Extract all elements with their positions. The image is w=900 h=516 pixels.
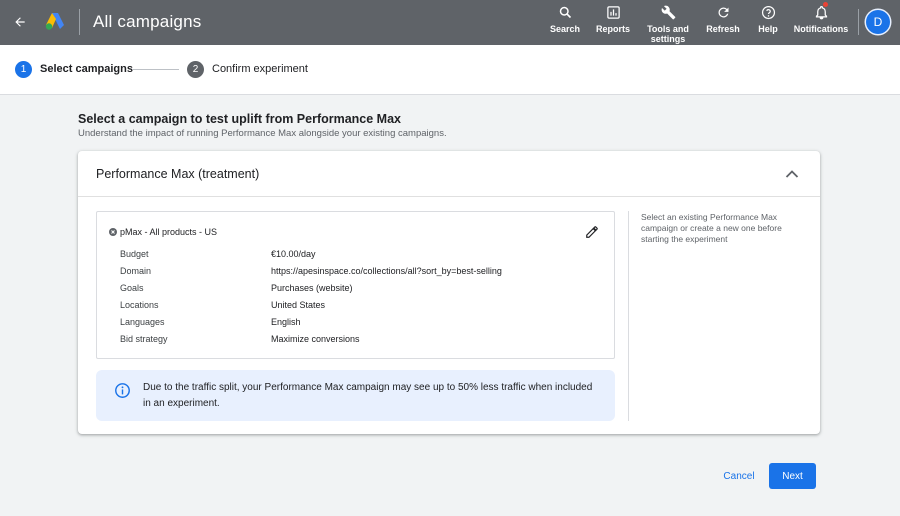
detail-label: Goals — [120, 283, 144, 293]
card-header[interactable]: Performance Max (treatment) — [78, 151, 820, 197]
card-title: Performance Max (treatment) — [96, 167, 260, 181]
treatment-card: Performance Max (treatment) pMax - All p… — [78, 151, 820, 434]
detail-value: Maximize conversions — [271, 334, 360, 344]
info-text: Due to the traffic split, your Performan… — [143, 382, 593, 409]
tools-and-settings-button[interactable]: Tools and settings — [644, 3, 692, 44]
info-banner: Due to the traffic split, your Performan… — [96, 370, 615, 421]
reports-button[interactable]: Reports — [596, 3, 630, 34]
notifications-button[interactable]: Notifications — [792, 2, 850, 34]
detail-label: Domain — [120, 266, 152, 276]
refresh-label: Refresh — [706, 24, 740, 34]
search-button[interactable]: Search — [549, 3, 581, 34]
detail-value: English — [271, 317, 301, 327]
section-subheading: Understand the impact of running Perform… — [78, 128, 447, 139]
reports-icon — [606, 5, 620, 19]
account-avatar[interactable]: D — [866, 10, 890, 34]
detail-label: Bid strategy — [120, 334, 168, 344]
detail-value: €10.00/day — [271, 249, 316, 259]
step-2-number: 2 — [187, 61, 204, 78]
tools-label-line2: settings — [650, 34, 686, 44]
help-button[interactable]: Help — [755, 3, 781, 34]
top-app-bar: All campaigns Search Reports Tools and s… — [0, 0, 900, 45]
notification-dot — [823, 2, 828, 7]
section-heading: Select a campaign to test uplift from Pe… — [78, 112, 401, 126]
detail-value: https://apesinspace.co/collections/all?s… — [271, 266, 502, 276]
side-note: Select an existing Performance Max campa… — [641, 212, 782, 244]
wrench-icon — [661, 5, 675, 19]
divider — [858, 9, 859, 35]
chevron-up-icon — [785, 170, 799, 178]
step-connector — [132, 69, 179, 70]
reports-label: Reports — [596, 24, 631, 34]
next-button[interactable]: Next — [769, 463, 816, 489]
detail-value: Purchases (website) — [271, 283, 353, 293]
edit-campaign-button[interactable] — [584, 224, 600, 240]
detail-label: Budget — [120, 249, 149, 259]
cancel-button[interactable]: Cancel — [716, 463, 762, 489]
campaign-summary: pMax - All products - US Budget €10.00/d… — [96, 211, 615, 359]
collapse-button[interactable] — [782, 165, 802, 183]
back-button[interactable] — [10, 11, 30, 33]
refresh-icon — [717, 6, 728, 17]
divider — [628, 211, 629, 421]
divider — [79, 9, 80, 35]
help-icon — [761, 5, 775, 19]
refresh-button[interactable]: Refresh — [704, 3, 742, 34]
step-2-label[interactable]: Confirm experiment — [212, 63, 308, 75]
page-title: All campaigns — [93, 12, 202, 31]
notifications-label: Notifications — [793, 24, 849, 34]
search-icon — [559, 6, 571, 18]
campaign-name: pMax - All products - US — [109, 227, 217, 237]
pencil-icon — [586, 226, 598, 238]
detail-label: Locations — [120, 300, 159, 310]
google-ads-logo[interactable] — [44, 11, 66, 31]
step-1-number: 1 — [15, 61, 32, 78]
search-label: Search — [549, 24, 581, 34]
campaign-name-text: pMax - All products - US — [120, 227, 218, 237]
status-icon — [109, 228, 117, 236]
detail-label: Languages — [120, 317, 165, 327]
step-1-label[interactable]: Select campaigns — [40, 63, 133, 75]
arrow-back-icon — [15, 17, 25, 27]
detail-value: United States — [271, 300, 326, 310]
help-label: Help — [758, 24, 778, 34]
tools-label-line1: Tools and — [647, 24, 689, 34]
info-icon — [115, 383, 130, 398]
stepper: 1 Select campaigns 2 Confirm experiment — [0, 45, 900, 95]
